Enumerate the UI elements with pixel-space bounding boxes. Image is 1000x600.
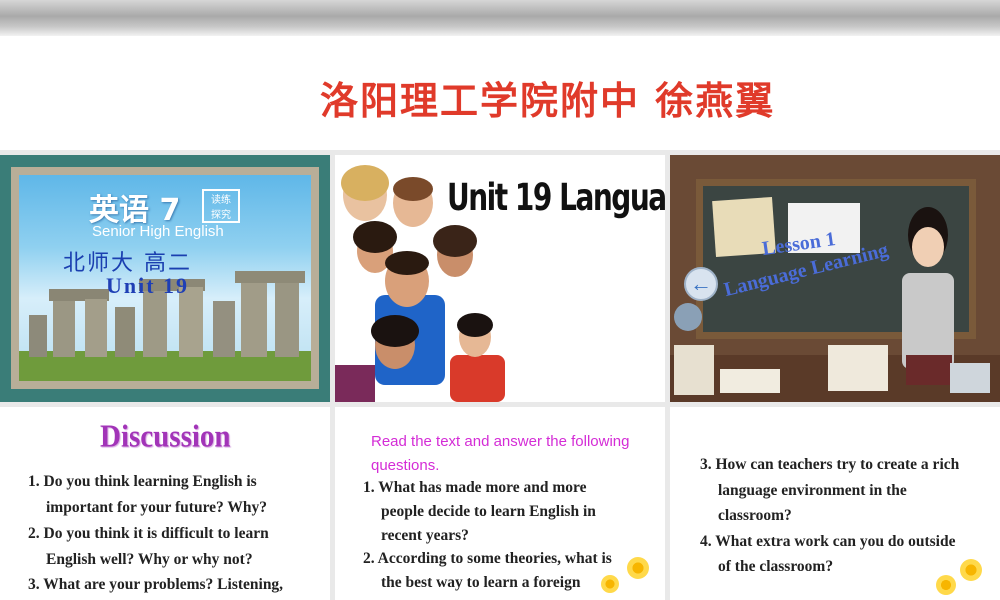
question-line: 2. According to some theories, what is [363,550,612,567]
question-line: the best way to learn a foreign [381,574,581,591]
header-top-band [0,0,1000,36]
reading-instruction: Read the text and answer the following q… [371,433,630,474]
question-line: English well? Why or why not? [46,551,253,568]
flower-decoration-icon [936,575,956,595]
flower-decoration-icon [960,559,982,581]
question-line: 2. Do you think it is difficult to learn [28,525,269,542]
cover-unit: Unit 19 [106,273,190,298]
question-line: language environment in the [718,482,907,499]
discussion-heading: Discussion [100,419,231,455]
unit-title: Unit 19 Language [447,175,665,220]
question-line: 4. What extra work can you do outside [700,533,956,550]
question-line: of the classroom? [718,558,834,575]
header-banner: 洛阳理工学院附中 徐燕翼 [0,0,1000,150]
cover-badge: 读练 探究 [202,189,240,223]
slide-thumbnail-questions[interactable]: 3. How can teachers try to create a rich… [670,407,1000,600]
slide-thumbnail-lesson[interactable]: ← Lesson 1 Language Learning [670,155,1000,402]
cover-picture: 英语 7 读练 探究 Senior High English 北师大 高二 Un… [19,175,311,381]
cover-subtitle: Senior High English [92,223,224,240]
slide-thumbnail-cover[interactable]: 英语 7 读练 探究 Senior High English 北师大 高二 Un… [0,155,330,402]
slide-thumbnail-discussion[interactable]: Discussion 1. Do you think learning Engl… [0,407,330,600]
question-line: 3. How can teachers try to create a rich [700,456,960,473]
author-title: 洛阳理工学院附中 徐燕翼 [320,79,776,123]
question-line: people decide to learn English in [381,503,596,520]
slide-thumbnail-unit-title[interactable]: Unit 19 Language [335,155,665,402]
question-line: classroom? [718,507,792,524]
flower-decoration-icon [627,557,649,579]
slide-thumbnail-reading[interactable]: Read the text and answer the following q… [335,407,665,600]
flower-decoration-icon [601,575,619,593]
back-arrow-icon: ← [684,267,718,301]
question-line: 3. What are your problems? Listening, [28,576,284,593]
question-line: recent years? [381,527,469,544]
question-line: 1. What has made more and more [363,479,587,496]
question-line: 1. Do you think learning English is [28,473,257,490]
classroom-illustration [670,196,1000,402]
question-line: important for your future? Why? [46,499,268,516]
